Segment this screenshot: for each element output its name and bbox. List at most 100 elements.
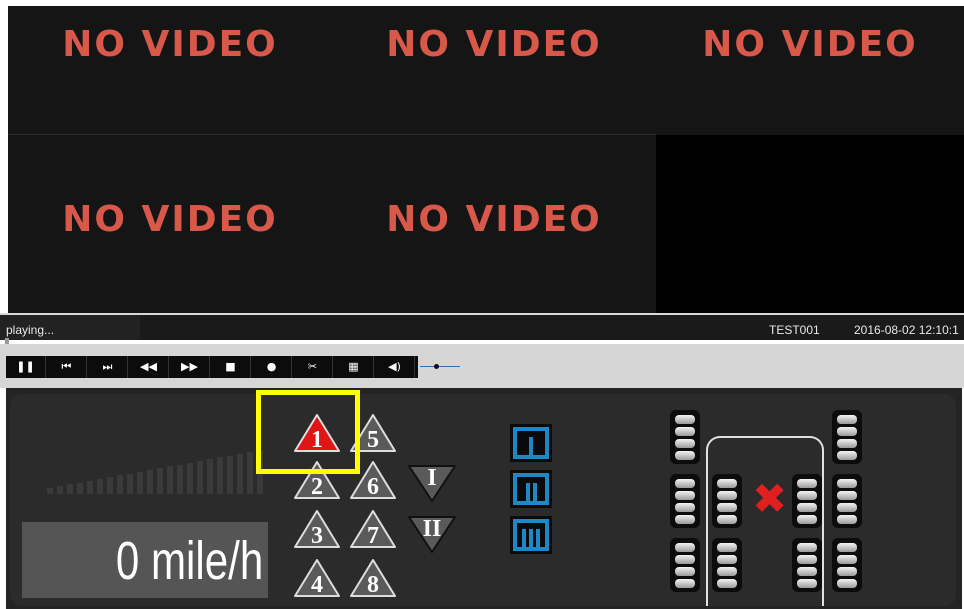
speed-gauge-bar [197,461,203,494]
channel-number: 2 [311,474,323,500]
layout-button[interactable]: ▦ [334,356,374,378]
video-tile-3[interactable]: NO VIDEO [656,6,964,134]
volume-button[interactable]: ◀) [375,356,415,378]
tire-icon[interactable] [832,538,862,592]
no-video-label: NO VIDEO [62,199,278,240]
speed-display: 0 mile/h [22,522,268,598]
progress-bar[interactable] [0,340,964,343]
speed-gauge-bar [227,455,233,494]
tire-icon[interactable] [832,474,862,528]
speed-gauge-bar [87,480,93,494]
speed-gauge-bar [207,459,213,494]
pause-button[interactable]: ❚❚ [6,356,46,378]
speed-value: 0 mile/h [115,531,264,591]
volume-icon: ◀) [388,360,401,373]
previous-icon: ⏮ [61,360,72,373]
clip-button[interactable]: ✂ [293,356,333,378]
speed-gauge-bar [247,452,253,494]
tire-icon[interactable] [670,474,700,528]
speed-gauge-bar [47,488,53,494]
channel-8-button[interactable]: 8 [348,557,398,599]
group-button-2[interactable]: II [406,514,458,554]
video-tile-2[interactable]: NO VIDEO [332,6,656,134]
speed-gauge-bar [177,464,183,494]
mode-button-3[interactable] [510,516,552,554]
mode-icon-frame [517,477,545,501]
mode-button-1[interactable] [510,424,552,462]
grid-divider [8,134,656,135]
two-bar-icon [517,483,545,501]
one-bar-icon [517,437,545,455]
record-icon: ● [266,360,277,373]
next-icon: ⏭ [102,360,113,373]
video-tile-6[interactable] [656,135,964,313]
speed-gauge-bar [217,457,223,494]
speed-gauge-bar [57,486,63,494]
no-video-label: NO VIDEO [702,24,918,65]
rewind-icon: ◀◀ [140,360,157,373]
speed-gauge-bar [167,466,173,494]
speed-gauge-bar [77,482,83,494]
volume-knob[interactable] [434,364,439,369]
clip-icon: ✂ [307,360,318,373]
playback-toolbar: ❚❚ ⏮ ⏭ ◀◀ ▶▶ ■ ● ✂ ▦ ◀) [0,344,964,388]
group-button-1[interactable]: I [406,463,458,503]
fast-forward-icon: ▶▶ [181,360,198,373]
fast-forward-button[interactable]: ▶▶ [170,356,210,378]
mode-icon-frame [517,523,545,547]
rewind-button[interactable]: ◀◀ [129,356,169,378]
previous-button[interactable]: ⏮ [47,356,87,378]
tire-icon[interactable] [712,474,742,528]
video-grid: NO VIDEO NO VIDEO NO VIDEO NO VIDEO NO V… [8,6,964,313]
no-video-label: NO VIDEO [386,24,602,65]
no-video-label: NO VIDEO [62,24,278,65]
playback-status: playing... [6,323,55,337]
status-bar: playing... TEST001 2016-08-02 12:10:1 [0,313,964,342]
speed-gauge-bar [237,453,243,494]
mode-button-2[interactable] [510,470,552,508]
speed-gauge-bar [157,468,163,494]
selection-highlight [256,390,360,474]
device-name: TEST001 [769,323,820,337]
tire-icon[interactable] [712,538,742,592]
channel-number: 7 [367,523,379,549]
speed-gauge-bar [97,479,103,494]
video-tile-4[interactable]: NO VIDEO [8,135,332,313]
channel-number: 4 [311,572,323,598]
mode-icon-frame [517,431,545,455]
speed-gauge-bar [147,470,153,494]
no-video-label: NO VIDEO [386,199,602,240]
layout-icon: ▦ [348,360,359,373]
channel-number: 3 [311,523,323,549]
speed-gauge-bar [137,471,143,494]
tire-icon[interactable] [792,538,822,592]
channel-4-button[interactable]: 4 [292,557,342,599]
tire-icon[interactable] [670,410,700,464]
speed-gauge-bar [187,462,193,494]
group-label: I [427,465,437,491]
volume-slider[interactable] [420,366,460,367]
group-label: II [422,516,442,542]
channel-7-button[interactable]: 7 [348,508,398,550]
record-button[interactable]: ● [252,356,292,378]
pause-icon: ❚❚ [16,360,35,373]
speed-gauge-bar [117,475,123,494]
channel-number: 8 [367,572,379,598]
video-tile-5[interactable]: NO VIDEO [332,135,656,313]
speed-gauge [47,449,267,494]
speed-gauge-bar [67,484,73,494]
control-strip: ❚❚ ⏮ ⏭ ◀◀ ▶▶ ■ ● ✂ ▦ ◀) [6,356,418,378]
playback-datetime: 2016-08-02 12:10:1 [854,323,959,337]
channel-3-button[interactable]: 3 [292,508,342,550]
speed-gauge-bar [107,477,113,494]
video-tile-1[interactable]: NO VIDEO [8,6,332,134]
stop-icon: ■ [225,360,236,373]
red-x-icon: ✖ [752,474,788,523]
speed-gauge-bar [127,473,133,494]
stop-button[interactable]: ■ [211,356,251,378]
next-button[interactable]: ⏭ [88,356,128,378]
tire-icon[interactable] [670,538,700,592]
channel-number: 6 [367,474,379,500]
tire-icon[interactable] [792,474,822,528]
tire-icon[interactable] [832,410,862,464]
